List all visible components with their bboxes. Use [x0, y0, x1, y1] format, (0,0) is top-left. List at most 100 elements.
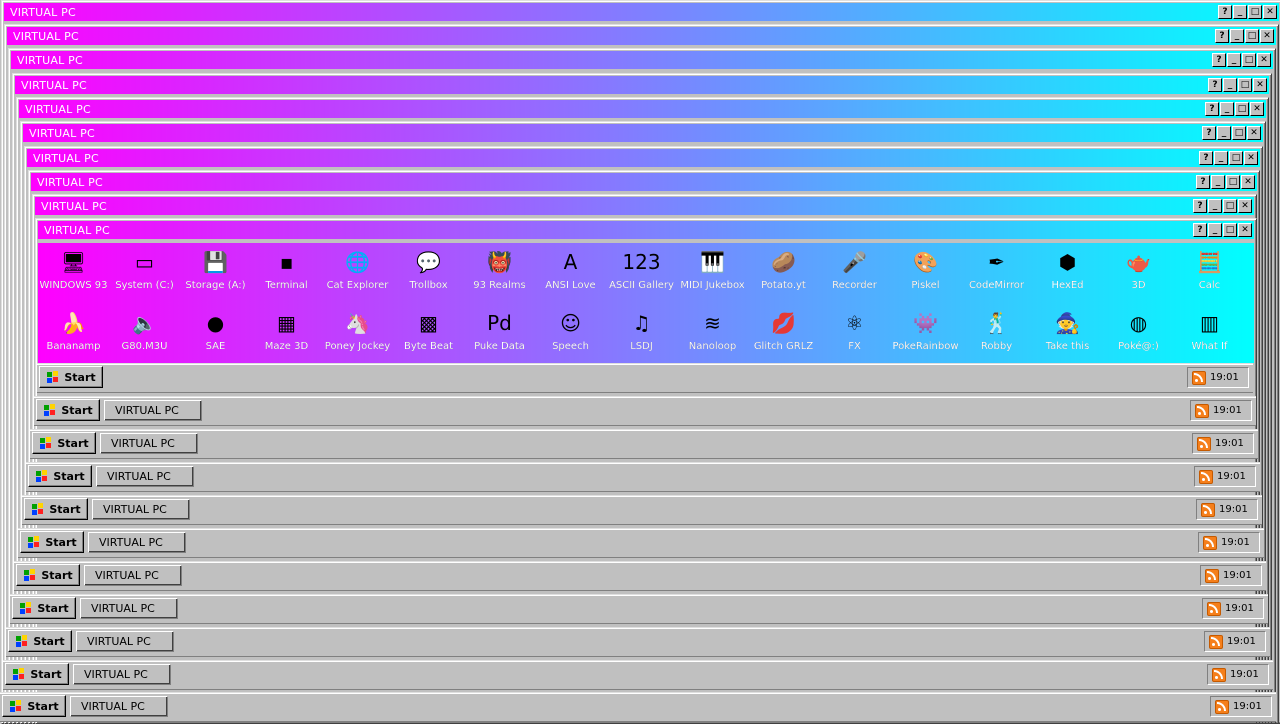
maximize-button[interactable]: □	[1226, 175, 1240, 189]
close-button[interactable]: ✕	[1238, 199, 1252, 213]
taskbar-window-button[interactable]: VIRTUAL PC	[96, 466, 194, 487]
help-button[interactable]: ?	[1205, 102, 1219, 116]
help-button[interactable]: ?	[1212, 53, 1226, 67]
taskbar-window-button[interactable]: VIRTUAL PC	[76, 631, 174, 652]
start-button[interactable]: Start	[2, 695, 66, 717]
minimize-button[interactable]: _	[1217, 126, 1231, 140]
window-titlebar[interactable]: VIRTUAL PC? _ □ ✕	[35, 197, 1254, 215]
window-titlebar[interactable]: VIRTUAL PC? _ □ ✕	[31, 173, 1257, 191]
start-button[interactable]: Start	[32, 432, 96, 454]
desktop-icon-recorder[interactable]: 🎤 Recorder	[819, 247, 890, 308]
minimize-button[interactable]: _	[1220, 102, 1234, 116]
desktop-icon-ansi-love[interactable]: A ANSI Love	[535, 247, 606, 308]
taskbar-window-button[interactable]: VIRTUAL PC	[88, 532, 186, 553]
rss-icon[interactable]	[1201, 502, 1215, 517]
rss-icon[interactable]	[1195, 403, 1209, 418]
desktop-icon-glitch-grlz[interactable]: 💋 Glitch GRLZ	[748, 308, 819, 369]
window-titlebar[interactable]: VIRTUAL PC? _ □ ✕	[11, 51, 1273, 69]
desktop-icon-cat-explorer[interactable]: 🌐 Cat Explorer	[322, 247, 393, 308]
minimize-button[interactable]: _	[1211, 175, 1225, 189]
help-button[interactable]: ?	[1208, 78, 1222, 92]
rss-icon[interactable]	[1197, 436, 1211, 451]
start-button[interactable]: Start	[5, 663, 69, 685]
minimize-button[interactable]: _	[1208, 199, 1222, 213]
close-button[interactable]: ✕	[1250, 102, 1264, 116]
close-button[interactable]: ✕	[1260, 29, 1274, 43]
rss-icon[interactable]	[1205, 568, 1219, 583]
window-titlebar[interactable]: VIRTUAL PC? _ □ ✕	[19, 100, 1266, 118]
desktop-icon-pok[interactable]: ◍ Poké@:)	[1103, 308, 1174, 369]
desktop-icon-nanoloop[interactable]: ≋ Nanoloop	[677, 308, 748, 369]
desktop-icon-midi-jukebox[interactable]: 🎹 MIDI Jukebox	[677, 247, 748, 308]
desktop-icon-3d[interactable]: 🫖 3D	[1103, 247, 1174, 308]
desktop-icon-pokerainbow[interactable]: 👾 PokeRainbow	[890, 308, 961, 369]
start-button[interactable]: Start	[8, 630, 72, 652]
desktop-icon-ascii-gallery[interactable]: 123 ASCII Gallery	[606, 247, 677, 308]
close-button[interactable]: ✕	[1241, 175, 1255, 189]
help-button[interactable]: ?	[1215, 29, 1229, 43]
taskbar-window-button[interactable]: VIRTUAL PC	[92, 499, 190, 520]
start-button[interactable]: Start	[24, 498, 88, 520]
maximize-button[interactable]: □	[1223, 199, 1237, 213]
minimize-button[interactable]: _	[1233, 5, 1247, 19]
close-button[interactable]: ✕	[1257, 53, 1271, 67]
help-button[interactable]: ?	[1218, 5, 1232, 19]
taskbar-window-button[interactable]: VIRTUAL PC	[73, 664, 171, 685]
desktop-icon-93-realms[interactable]: 👹 93 Realms	[464, 247, 535, 308]
desktop-icon-windows-93[interactable]: 🖥 WINDOWS 93	[38, 247, 109, 308]
minimize-button[interactable]: _	[1227, 53, 1241, 67]
window-titlebar[interactable]: VIRTUAL PC? _ □ ✕	[38, 221, 1254, 239]
help-button[interactable]: ?	[1199, 151, 1213, 165]
start-button[interactable]: Start	[12, 597, 76, 619]
maximize-button[interactable]: □	[1248, 5, 1262, 19]
close-button[interactable]: ✕	[1263, 5, 1277, 19]
taskbar-window-button[interactable]: VIRTUAL PC	[80, 598, 178, 619]
help-button[interactable]: ?	[1202, 126, 1216, 140]
start-button[interactable]: Start	[20, 531, 84, 553]
window-titlebar[interactable]: VIRTUAL PC? _ □ ✕	[4, 3, 1279, 21]
desktop-icon-trollbox[interactable]: 💬 Trollbox	[393, 247, 464, 308]
taskbar-window-button[interactable]: VIRTUAL PC	[104, 400, 202, 421]
close-button[interactable]: ✕	[1244, 151, 1258, 165]
maximize-button[interactable]: □	[1223, 223, 1237, 237]
desktop-icon-g80-m3u[interactable]: 🔈 G80.M3U	[109, 308, 180, 369]
rss-icon[interactable]	[1207, 601, 1221, 616]
desktop-icon-potato-yt[interactable]: 🥔 Potato.yt	[748, 247, 819, 308]
taskbar-window-button[interactable]: VIRTUAL PC	[100, 433, 198, 454]
maximize-button[interactable]: □	[1245, 29, 1259, 43]
desktop-icon-puke-data[interactable]: Pd Puke Data	[464, 308, 535, 369]
desktop-icon-maze-3d[interactable]: ▦ Maze 3D	[251, 308, 322, 369]
rss-icon[interactable]	[1215, 699, 1229, 714]
desktop-icon-bananamp[interactable]: 🍌 Bananamp	[38, 308, 109, 369]
help-button[interactable]: ?	[1193, 223, 1207, 237]
close-button[interactable]: ✕	[1247, 126, 1261, 140]
maximize-button[interactable]: □	[1242, 53, 1256, 67]
close-button[interactable]: ✕	[1253, 78, 1267, 92]
desktop-icon-what-if[interactable]: ▥ What If	[1174, 308, 1245, 369]
desktop-icon-byte-beat[interactable]: ▩ Byte Beat	[393, 308, 464, 369]
taskbar-window-button[interactable]: VIRTUAL PC	[84, 565, 182, 586]
maximize-button[interactable]: □	[1229, 151, 1243, 165]
desktop-icon-lsdj[interactable]: ♫ LSDJ	[606, 308, 677, 369]
desktop-icon-take-this[interactable]: 🧙 Take this	[1032, 308, 1103, 369]
start-button[interactable]: Start	[28, 465, 92, 487]
desktop-icon-codemirror[interactable]: ✒ CodeMirror	[961, 247, 1032, 308]
maximize-button[interactable]: □	[1238, 78, 1252, 92]
start-button[interactable]: Start	[16, 564, 80, 586]
window-titlebar[interactable]: VIRTUAL PC? _ □ ✕	[7, 27, 1276, 45]
window-titlebar[interactable]: VIRTUAL PC? _ □ ✕	[23, 124, 1263, 142]
desktop-icon-robby[interactable]: 🕺 Robby	[961, 308, 1032, 369]
help-button[interactable]: ?	[1196, 175, 1210, 189]
minimize-button[interactable]: _	[1223, 78, 1237, 92]
desktop-icon-terminal[interactable]: ▪ Terminal	[251, 247, 322, 308]
desktop-icon-piskel[interactable]: 🎨 Piskel	[890, 247, 961, 308]
start-button[interactable]: Start	[39, 366, 103, 388]
taskbar-window-button[interactable]: VIRTUAL PC	[70, 696, 168, 717]
desktop-icon-speech[interactable]: ☺ Speech	[535, 308, 606, 369]
rss-icon[interactable]	[1203, 535, 1217, 550]
desktop-icon-poney-jockey[interactable]: 🦄 Poney Jockey	[322, 308, 393, 369]
help-button[interactable]: ?	[1193, 199, 1207, 213]
close-button[interactable]: ✕	[1238, 223, 1252, 237]
maximize-button[interactable]: □	[1235, 102, 1249, 116]
maximize-button[interactable]: □	[1232, 126, 1246, 140]
